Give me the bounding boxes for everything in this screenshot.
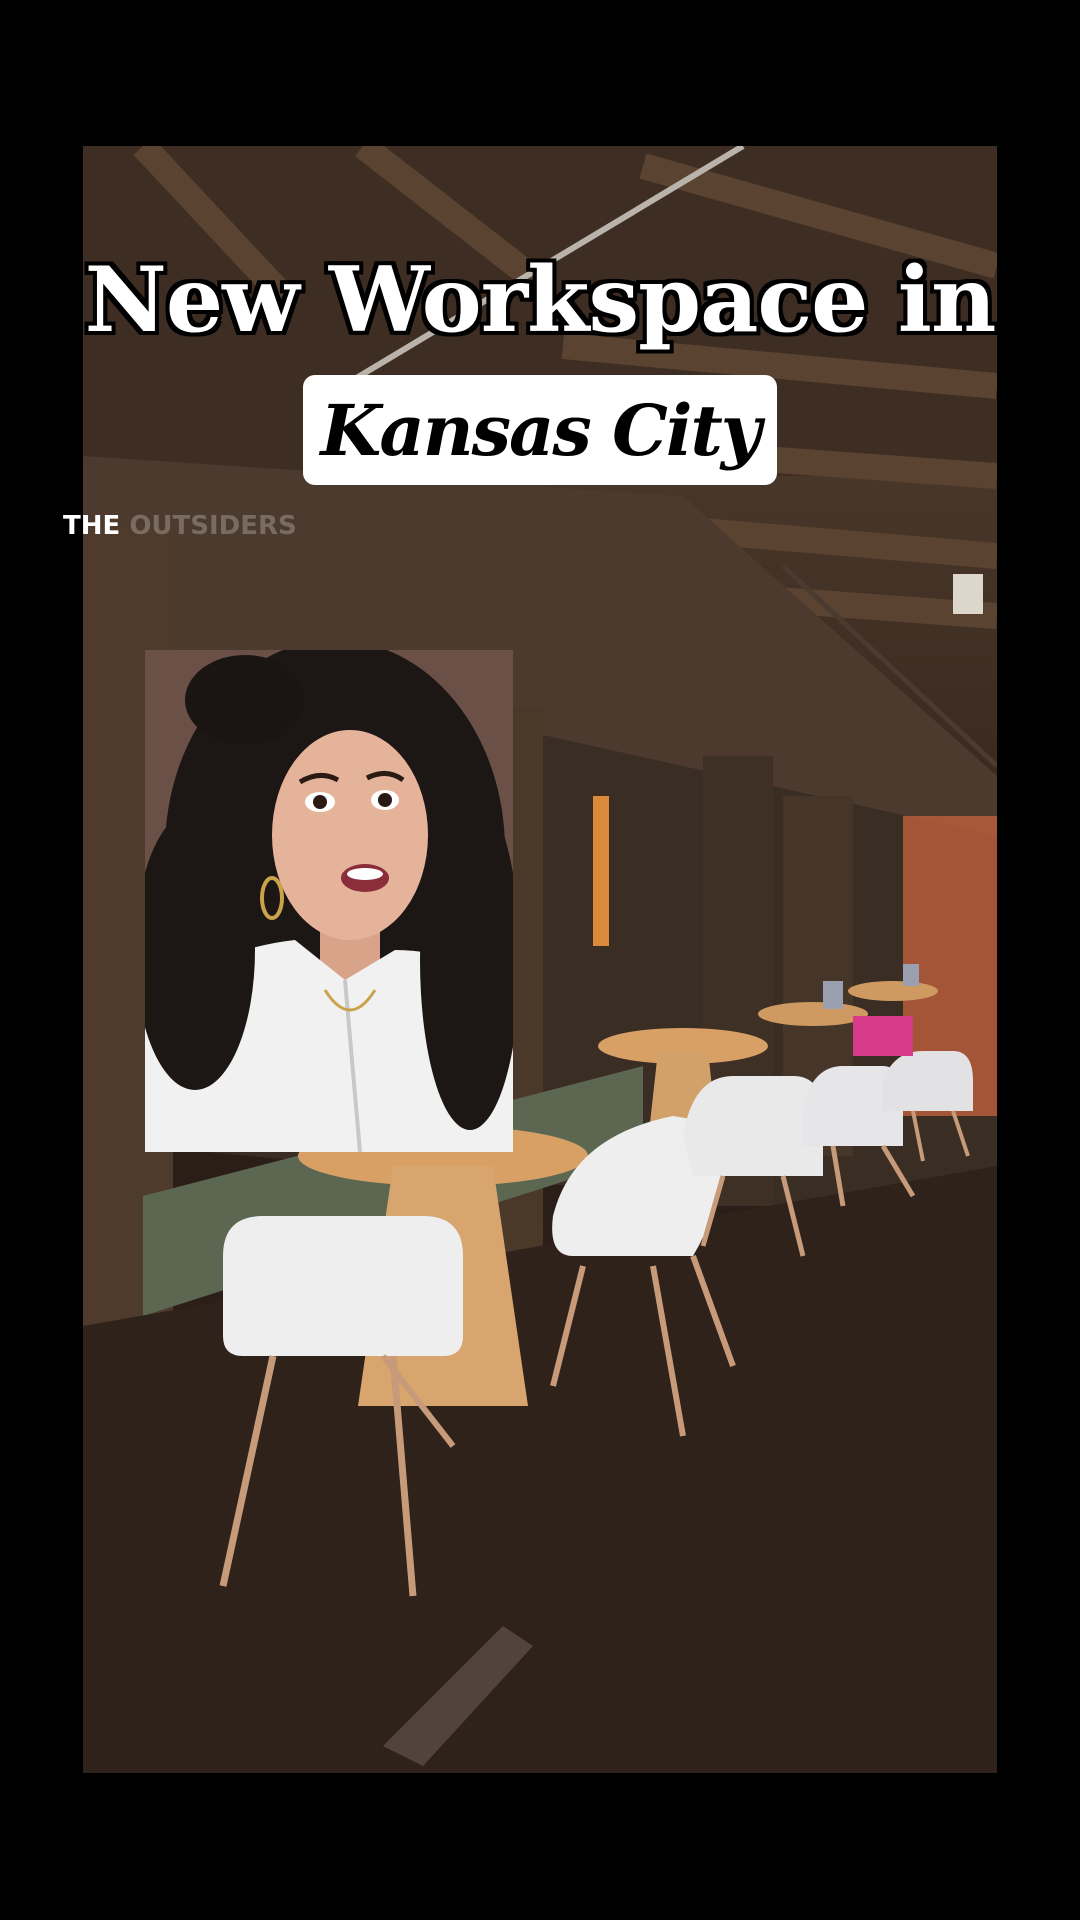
laptop: [903, 964, 919, 986]
brand-watermark-logo: THE OUTSIDERS: [63, 511, 297, 541]
ceiling-light: [953, 574, 983, 614]
wall-art: [593, 796, 609, 946]
headline-title: New Workspace in: [84, 247, 997, 353]
face: [272, 730, 428, 940]
hair-bun: [185, 655, 305, 745]
laptop: [823, 981, 843, 1009]
watermark-word-2: OUTSIDERS: [129, 511, 297, 541]
presenter-facecam-inset[interactable]: [145, 650, 513, 1152]
city-label-pill: Kansas City: [303, 375, 777, 485]
pink-bag: [853, 1016, 913, 1056]
watermark-word-1: THE: [63, 511, 121, 541]
video-stage: New Workspace in Kansas City THE OUTSIDE…: [0, 0, 1080, 1920]
city-name: Kansas City: [320, 388, 762, 472]
table-top: [848, 981, 938, 1001]
table-top: [758, 1002, 868, 1026]
pupil: [378, 793, 392, 807]
presenter-illustration: [145, 650, 513, 1152]
pupil: [313, 795, 327, 809]
teeth: [347, 868, 383, 880]
